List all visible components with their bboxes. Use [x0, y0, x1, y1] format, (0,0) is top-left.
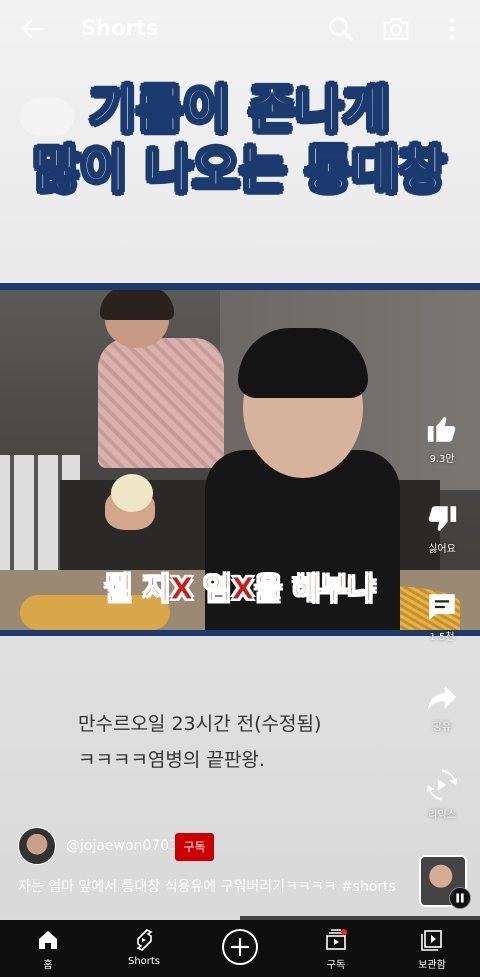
nav-home[interactable]: 홈	[0, 920, 96, 977]
video-scene: 뭘 지X 염X을 해부냐	[0, 290, 480, 630]
nav-shorts[interactable]: Shorts	[96, 920, 192, 977]
caption-line-2: ㅋㅋㅋㅋ염병의 끝판왕.	[78, 749, 265, 771]
share-label: 공유	[432, 722, 452, 733]
nav-library-label: 보관함	[418, 960, 446, 971]
shorts-video[interactable]: 기름이 존나게 많이 나오는 통대창 뭘 지X 염X을 해부냐 만수르오일 23…	[0, 0, 480, 918]
like-count: 9.3만	[429, 454, 455, 465]
comment-count: 1.5천	[429, 632, 455, 643]
dislike-button[interactable]: 싫어요	[414, 502, 470, 555]
channel-avatar[interactable]	[18, 827, 56, 865]
nav-subscriptions[interactable]: 구독	[288, 920, 384, 977]
remix-icon	[426, 769, 458, 801]
dislike-label: 싫어요	[428, 544, 456, 555]
like-button[interactable]: 9.3만	[414, 412, 470, 465]
back-arrow-icon[interactable]	[18, 14, 48, 44]
nav-subscriptions-label: 구독	[326, 960, 346, 971]
comment-icon	[429, 594, 455, 620]
camera-icon[interactable]	[381, 14, 411, 44]
top-bar: Shorts	[0, 0, 480, 58]
more-vert-icon[interactable]	[437, 14, 467, 44]
nav-library[interactable]: 보관함	[384, 920, 480, 977]
thumbs-up-icon	[427, 416, 456, 442]
subscribe-button[interactable]: 구독	[175, 833, 214, 861]
nav-home-label: 홈	[43, 960, 53, 971]
nav-shorts-label: Shorts	[127, 956, 161, 967]
video-overlay-title: 기름이 존나게 많이 나오는 통대창	[0, 80, 480, 200]
remix-button[interactable]: 리믹스	[414, 768, 470, 821]
subscriptions-icon	[326, 929, 347, 950]
comments-button[interactable]: 1.5천	[414, 590, 470, 643]
shorts-icon	[136, 929, 153, 951]
pause-icon[interactable]	[449, 887, 471, 909]
share-button[interactable]: 공유	[414, 680, 470, 733]
search-icon[interactable]	[326, 14, 356, 44]
bottom-nav: 홈 Shorts 구독 보관함	[0, 920, 480, 977]
video-caption: 만수르오일 23시간 전(수정됨) ㅋㅋㅋㅋ염병의 끝판왕.	[78, 706, 321, 778]
thumbs-down-icon	[428, 506, 457, 532]
title-line-2: 많이 나오는 통대창	[33, 140, 447, 200]
video-description[interactable]: 자는 엄마 앞에서 통대창 식용유에 구워버리기ㅋㅋㅋㅋ #shorts	[18, 876, 418, 896]
page-title: Shorts	[81, 16, 159, 40]
library-icon	[421, 930, 442, 951]
miniplayer-icon[interactable]	[20, 98, 74, 136]
share-icon	[427, 685, 457, 710]
video-subtitle: 뭘 지X 염X을 해부냐	[104, 572, 376, 608]
remix-label: 리믹스	[428, 810, 456, 821]
home-icon	[39, 931, 57, 949]
channel-handle[interactable]: @jojaewon0703	[66, 838, 178, 854]
caption-line-1: 만수르오일 23시간 전(수정됨)	[78, 713, 322, 735]
create-plus-icon	[222, 929, 258, 965]
nav-create[interactable]	[192, 920, 288, 977]
